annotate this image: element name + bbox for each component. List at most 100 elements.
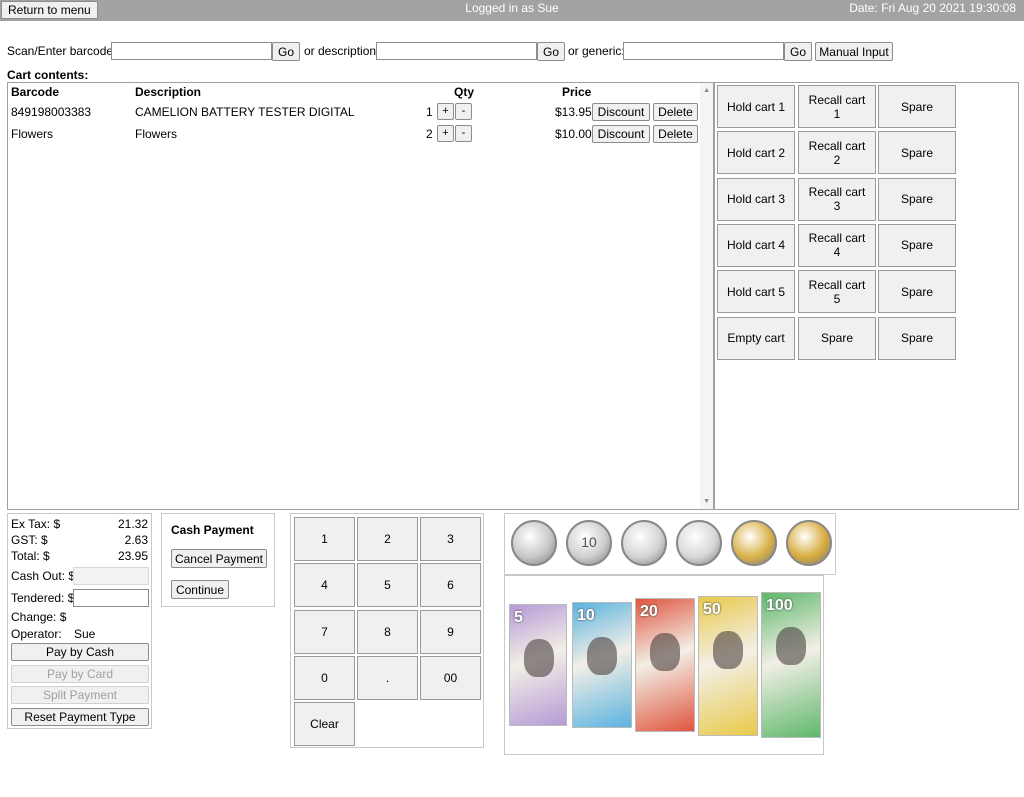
hold-cart-5-button[interactable]: Hold cart 5 [717, 270, 795, 314]
recall-cart-1-button[interactable]: Recall cart 1 [798, 85, 876, 128]
ex-tax-label: Ex Tax: $ [11, 517, 61, 531]
note-label: 50 [703, 601, 721, 618]
row-price: $10.00 [555, 127, 592, 141]
qty-plus-button[interactable]: + [437, 103, 454, 120]
tendered-label: Tendered: $ [11, 591, 75, 605]
cart-scrollbar[interactable]: ▲ ▼ [700, 83, 713, 509]
description-label: or description: [304, 44, 380, 58]
row-qty: 1 [426, 105, 433, 119]
key-dot-button[interactable]: . [357, 655, 418, 700]
spare-button[interactable]: Spare [878, 85, 956, 128]
spare-button[interactable]: Spare [878, 316, 956, 360]
note-20-icon[interactable]: 20 [635, 598, 695, 732]
pay-by-cash-button[interactable]: Pay by Cash [11, 643, 149, 661]
generic-go-button[interactable]: Go [784, 42, 812, 61]
key-0-button[interactable]: 0 [294, 655, 355, 700]
spare-button[interactable]: Spare [878, 223, 956, 267]
key-1-button[interactable]: 1 [294, 517, 355, 561]
coin-10c-icon[interactable]: 10 [566, 520, 612, 566]
keypad-panel: 1 2 3 4 5 6 7 8 9 0. 00 Clear [290, 513, 484, 748]
key-4-button[interactable]: 4 [294, 563, 355, 608]
key-00-button[interactable]: 00 [420, 655, 481, 700]
barcode-input[interactable] [111, 42, 272, 60]
barcode-label: Scan/Enter barcode: [7, 44, 117, 58]
recall-cart-3-button[interactable]: Recall cart 3 [798, 177, 876, 221]
cart-title: Cart contents: [7, 68, 89, 82]
totals-panel: Ex Tax: $ 21.32 GST: $ 2.63 Total: $ 23.… [7, 513, 152, 729]
note-label: 20 [640, 603, 658, 620]
column-qty: Qty [454, 85, 475, 99]
recall-cart-5-button[interactable]: Recall cart 5 [798, 270, 876, 314]
coin-2-dollar-icon[interactable] [786, 520, 832, 566]
description-input[interactable] [376, 42, 537, 60]
scroll-down-icon[interactable]: ▼ [703, 498, 710, 505]
manual-input-button[interactable]: Manual Input [815, 42, 893, 61]
key-5-button[interactable]: 5 [357, 563, 418, 608]
qty-minus-button[interactable]: - [455, 103, 472, 120]
coin-5c-icon[interactable] [511, 520, 557, 566]
cash-out-label: Cash Out: $ [11, 569, 76, 583]
reset-payment-type-button[interactable]: Reset Payment Type [11, 708, 149, 726]
delete-button[interactable]: Delete [653, 125, 698, 143]
row-description: CAMELION BATTERY TESTER DIGITAL [135, 105, 355, 119]
note-10-icon[interactable]: 10 [572, 602, 632, 728]
note-50-icon[interactable]: 50 [698, 596, 758, 736]
total-label: Total: $ [11, 549, 50, 563]
key-2-button[interactable]: 2 [357, 517, 418, 561]
portrait-icon [587, 637, 617, 675]
portrait-icon [713, 631, 743, 669]
coin-20c-icon[interactable] [621, 520, 667, 566]
column-description: Description [135, 85, 202, 99]
key-9-button[interactable]: 9 [420, 609, 481, 654]
key-clear-button[interactable]: Clear [294, 702, 355, 747]
qty-plus-button[interactable]: + [437, 125, 454, 142]
split-payment-button[interactable]: Split Payment [11, 686, 149, 704]
hold-cart-1-button[interactable]: Hold cart 1 [717, 85, 795, 128]
cancel-payment-button[interactable]: Cancel Payment [171, 549, 267, 568]
spare-button[interactable]: Spare [798, 316, 876, 360]
cart-table: Barcode Description Qty Price 8491980033… [7, 82, 714, 510]
note-label: 5 [514, 609, 523, 626]
operator-label: Operator: [11, 627, 62, 641]
coin-1-dollar-icon[interactable] [731, 520, 777, 566]
delete-button[interactable]: Delete [653, 103, 698, 121]
key-8-button[interactable]: 8 [357, 609, 418, 654]
key-7-button[interactable]: 7 [294, 609, 355, 654]
description-go-button[interactable]: Go [537, 42, 565, 61]
barcode-go-button[interactable]: Go [272, 42, 300, 61]
hold-cart-panel: Hold cart 1 Recall cart 1 Spare Hold cart 2… [714, 82, 1019, 510]
discount-button[interactable]: Discount [592, 103, 650, 121]
spare-button[interactable]: Spare [878, 270, 956, 314]
ex-tax-value: 21.32 [117, 517, 148, 531]
hold-cart-2-button[interactable]: Hold cart 2 [717, 131, 795, 175]
scroll-up-icon[interactable]: ▲ [703, 87, 710, 94]
empty-cart-button[interactable]: Empty cart [717, 316, 795, 360]
cash-out-input [73, 567, 149, 585]
note-label: 10 [577, 607, 595, 624]
total-value: 23.95 [117, 549, 148, 563]
key-3-button[interactable]: 3 [420, 517, 481, 561]
portrait-icon [524, 639, 554, 677]
generic-input[interactable] [623, 42, 784, 60]
note-100-icon[interactable]: 100 [761, 592, 821, 738]
discount-button[interactable]: Discount [592, 125, 650, 143]
tendered-input[interactable] [73, 589, 149, 607]
change-label: Change: $ [11, 610, 67, 624]
coin-50c-icon[interactable] [676, 520, 722, 566]
note-5-icon[interactable]: 5 [509, 604, 567, 726]
spare-button[interactable]: Spare [878, 131, 956, 175]
continue-button[interactable]: Continue [171, 580, 229, 599]
pay-by-card-button[interactable]: Pay by Card [11, 665, 149, 683]
key-6-button[interactable]: 6 [420, 563, 481, 608]
portrait-icon [650, 633, 680, 671]
coins-panel: 10 [504, 513, 836, 575]
hold-cart-3-button[interactable]: Hold cart 3 [717, 177, 795, 221]
recall-cart-4-button[interactable]: Recall cart 4 [798, 223, 876, 267]
row-qty: 2 [426, 127, 433, 141]
hold-cart-4-button[interactable]: Hold cart 4 [717, 223, 795, 267]
portrait-icon [776, 627, 806, 665]
cash-payment-panel: Cash Payment Cancel Payment Continue [161, 513, 275, 607]
spare-button[interactable]: Spare [878, 177, 956, 221]
recall-cart-2-button[interactable]: Recall cart 2 [798, 131, 876, 175]
qty-minus-button[interactable]: - [455, 125, 472, 142]
